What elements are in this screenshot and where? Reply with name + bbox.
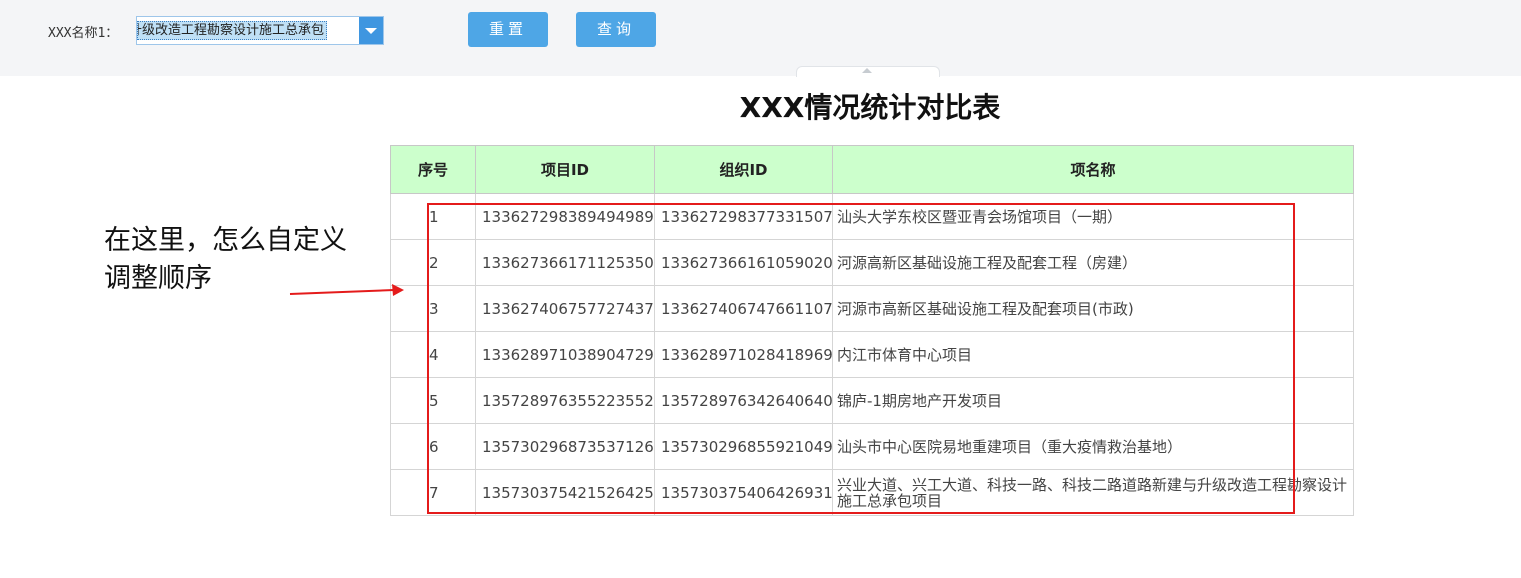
annotation-arrow-icon (289, 284, 404, 296)
